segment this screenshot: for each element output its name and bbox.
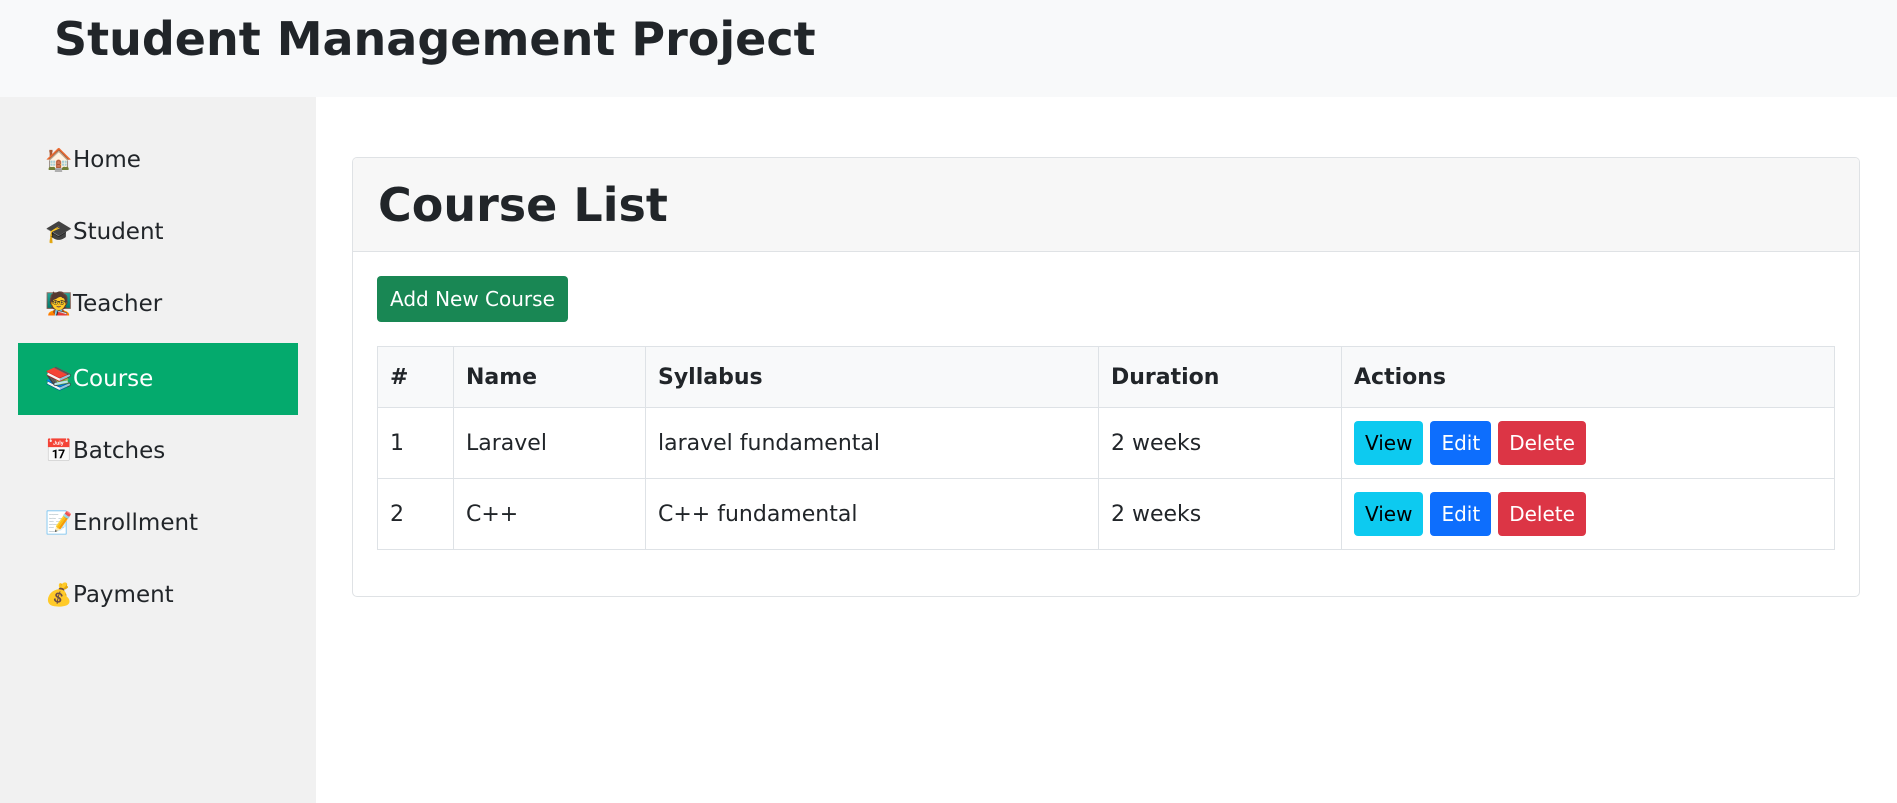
sidebar: 🏠 Home 🎓 Student 🧑‍🏫 Teacher 📚 Course 📅 … xyxy=(0,97,316,803)
sidebar-item-payment[interactable]: 💰 Payment xyxy=(18,559,298,631)
row-actions: View Edit Delete xyxy=(1354,492,1822,536)
card-header: Course List xyxy=(353,158,1859,252)
cell-actions: View Edit Delete xyxy=(1341,407,1835,479)
top-header: Student Management Project xyxy=(0,0,1897,97)
cell-syllabus: laravel fundamental xyxy=(645,407,1099,479)
sidebar-item-enrollment[interactable]: 📝 Enrollment xyxy=(18,487,298,559)
graduation-cap-icon: 🎓 xyxy=(45,219,73,245)
course-list-card: Course List Add New Course # Name Syllab… xyxy=(352,157,1860,597)
add-new-course-button[interactable]: Add New Course xyxy=(377,276,568,322)
sidebar-item-label: Payment xyxy=(73,582,174,608)
view-button[interactable]: View xyxy=(1354,421,1424,465)
page-title: Course List xyxy=(378,177,668,232)
sidebar-item-label: Student xyxy=(73,219,164,245)
edit-button[interactable]: Edit xyxy=(1430,492,1492,536)
sidebar-item-course[interactable]: 📚 Course xyxy=(18,343,298,415)
books-icon: 📚 xyxy=(45,366,73,392)
sidebar-item-label: Home xyxy=(73,147,141,173)
course-table: # Name Syllabus Duration Actions 1 Larav… xyxy=(377,346,1835,550)
home-icon: 🏠 xyxy=(45,147,73,173)
sidebar-item-label: Course xyxy=(73,366,154,392)
row-actions: View Edit Delete xyxy=(1354,421,1822,465)
cell-name: Laravel xyxy=(453,407,646,479)
cell-duration: 2 weeks xyxy=(1098,478,1342,550)
cell-number: 1 xyxy=(377,407,454,479)
table-row: 1 Laravel laravel fundamental 2 weeks Vi… xyxy=(377,407,1835,479)
cell-syllabus: C++ fundamental xyxy=(645,478,1099,550)
calendar-icon: 📅 xyxy=(45,438,73,464)
cell-duration: 2 weeks xyxy=(1098,407,1342,479)
column-header-actions: Actions xyxy=(1341,346,1835,408)
sidebar-item-batches[interactable]: 📅 Batches xyxy=(18,415,298,487)
sidebar-item-label: Enrollment xyxy=(73,510,199,536)
edit-button[interactable]: Edit xyxy=(1430,421,1492,465)
teacher-icon: 🧑‍🏫 xyxy=(45,291,73,317)
cell-actions: View Edit Delete xyxy=(1341,478,1835,550)
delete-button[interactable]: Delete xyxy=(1498,421,1586,465)
column-header-number: # xyxy=(377,346,454,408)
table-row: 2 C++ C++ fundamental 2 weeks View Edit … xyxy=(377,478,1835,550)
app-title: Student Management Project xyxy=(54,12,816,66)
memo-icon: 📝 xyxy=(45,510,73,536)
money-bag-icon: 💰 xyxy=(45,582,73,608)
column-header-name: Name xyxy=(453,346,646,408)
sidebar-item-label: Batches xyxy=(73,438,166,464)
column-header-syllabus: Syllabus xyxy=(645,346,1099,408)
delete-button[interactable]: Delete xyxy=(1498,492,1586,536)
sidebar-item-student[interactable]: 🎓 Student xyxy=(18,196,298,268)
cell-name: C++ xyxy=(453,478,646,550)
cell-number: 2 xyxy=(377,478,454,550)
sidebar-item-teacher[interactable]: 🧑‍🏫 Teacher xyxy=(18,268,298,340)
view-button[interactable]: View xyxy=(1354,492,1424,536)
sidebar-item-label: Teacher xyxy=(73,291,163,317)
sidebar-item-home[interactable]: 🏠 Home xyxy=(18,124,298,196)
column-header-duration: Duration xyxy=(1098,346,1342,408)
table-header-row: # Name Syllabus Duration Actions xyxy=(377,346,1835,408)
